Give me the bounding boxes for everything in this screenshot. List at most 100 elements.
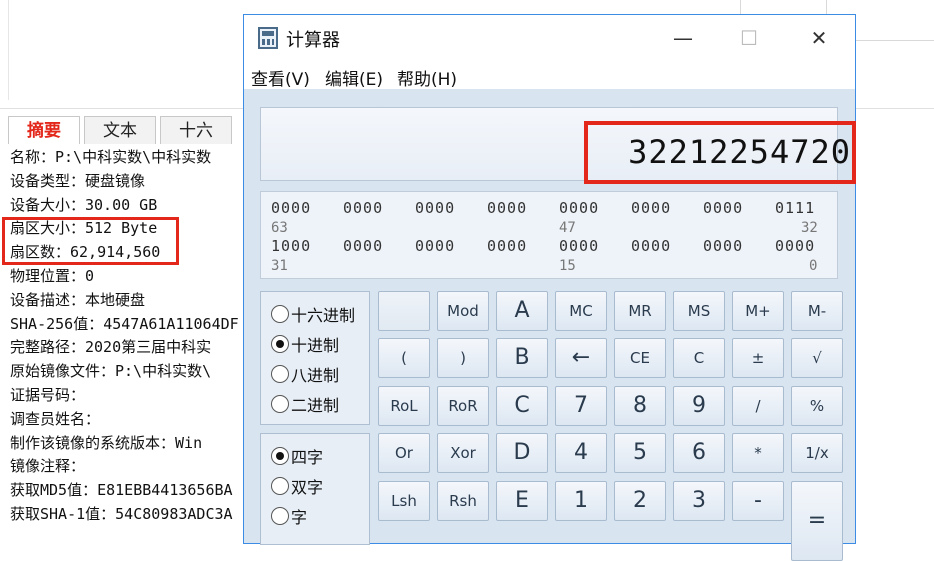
key-hex-e[interactable]: E	[496, 481, 548, 521]
key-equals[interactable]: =	[791, 481, 843, 561]
key-mod[interactable]: Mod	[437, 291, 489, 331]
key-ce[interactable]: CE	[614, 338, 666, 378]
key-m-plus[interactable]: M+	[732, 291, 784, 331]
key-m-minus[interactable]: M-	[791, 291, 843, 331]
bit-group: 0000	[559, 237, 600, 255]
radio-label: 字	[291, 508, 308, 527]
bit-group: 0000	[487, 199, 528, 217]
bit-group: 0000	[703, 199, 744, 217]
radio-word[interactable]: 字	[271, 504, 307, 528]
info-line-sha256: SHA-256值：4547A61A11064DF	[10, 314, 239, 333]
radio-circle-icon	[271, 365, 289, 383]
radio-circle-icon	[271, 507, 289, 525]
key-backspace[interactable]: ←	[555, 338, 607, 378]
key-ror[interactable]: RoR	[437, 386, 489, 426]
key-1[interactable]: 1	[555, 481, 607, 521]
word-size-panel: 四字 双字 字	[260, 433, 370, 545]
key-rsh[interactable]: Rsh	[437, 481, 489, 521]
menu-edit[interactable]: 编辑(E)	[325, 65, 383, 90]
tab-summary[interactable]: 摘要	[8, 116, 80, 144]
key-close-paren[interactable]: )	[437, 338, 489, 378]
key-hex-c[interactable]: C	[496, 386, 548, 426]
key-mc[interactable]: MC	[555, 291, 607, 331]
menu-bar: 查看(V) 编辑(E) 帮助(H)	[244, 63, 855, 90]
radio-circle-icon	[271, 447, 289, 465]
radio-qword[interactable]: 四字	[271, 444, 323, 468]
info-line-device-type: 设备类型：硬盘镜像	[10, 171, 146, 190]
radio-label: 十六进制	[291, 306, 356, 325]
tab-hex[interactable]: 十六	[160, 116, 232, 144]
key-reciprocal[interactable]: 1/x	[791, 433, 843, 473]
bit-group: 0000	[631, 237, 672, 255]
bit-position-label: 15	[559, 258, 576, 274]
info-line-description: 设备描述：本地硬盘	[10, 290, 146, 309]
key-or[interactable]: Or	[378, 433, 430, 473]
tab-bar: 摘要 文本 十六	[8, 116, 236, 144]
key-hex-a[interactable]: A	[496, 291, 548, 331]
bit-group: 0000	[487, 237, 528, 255]
key-divide[interactable]: /	[732, 386, 784, 426]
info-line-image-notes: 镜像注释：	[10, 457, 86, 476]
tab-text[interactable]: 文本	[84, 116, 156, 144]
key-lsh[interactable]: Lsh	[378, 481, 430, 521]
info-line-full-path: 完整路径：2020第三届中科实	[10, 338, 212, 357]
key-6[interactable]: 6	[673, 433, 725, 473]
minimize-button[interactable]: —	[668, 23, 698, 53]
bit-group: 0000	[703, 237, 744, 255]
key-hex-d[interactable]: D	[496, 433, 548, 473]
maximize-button[interactable]: ☐	[734, 23, 764, 53]
key-mr[interactable]: MR	[614, 291, 666, 331]
radio-circle-icon	[271, 477, 289, 495]
menu-help[interactable]: 帮助(H)	[397, 65, 457, 90]
highlight-box-display	[584, 121, 856, 184]
calculator-window: 计算器 — ☐ ✕ 查看(V) 编辑(E) 帮助(H) 32212254720 …	[243, 14, 856, 561]
info-line-system-version: 制作该镜像的系统版本：Win	[10, 433, 203, 452]
info-line-investigator: 调查员姓名：	[10, 409, 101, 428]
radio-binary[interactable]: 二进制	[271, 392, 339, 416]
bit-position-label: 32	[801, 220, 818, 236]
key-blank[interactable]	[378, 291, 430, 331]
title-bar[interactable]: 计算器 — ☐ ✕	[244, 15, 855, 63]
key-ms[interactable]: MS	[673, 291, 725, 331]
key-minus[interactable]: -	[732, 481, 784, 521]
key-open-paren[interactable]: (	[378, 338, 430, 378]
info-line-name: 名称：P:\中科实数\中科实数	[10, 148, 212, 166]
key-xor[interactable]: Xor	[437, 433, 489, 473]
key-c[interactable]: C	[673, 338, 725, 378]
menu-view[interactable]: 查看(V)	[251, 65, 310, 90]
bit-group: 0000	[775, 237, 816, 255]
key-hex-b[interactable]: B	[496, 338, 548, 378]
radio-decimal[interactable]: 十进制	[271, 332, 339, 356]
divider	[8, 0, 9, 100]
radio-octal[interactable]: 八进制	[271, 362, 339, 386]
radio-label: 十进制	[291, 336, 340, 355]
key-9[interactable]: 9	[673, 386, 725, 426]
key-plus-minus[interactable]: ±	[732, 338, 784, 378]
info-line-evidence-number: 证据号码：	[10, 385, 86, 404]
key-3[interactable]: 3	[673, 481, 725, 521]
radio-hex[interactable]: 十六进制	[271, 302, 355, 326]
key-rol[interactable]: RoL	[378, 386, 430, 426]
bit-position-label: 31	[271, 258, 288, 274]
device-info-list: 名称：P:\中科实数\中科实数 设备类型：硬盘镜像 设备大小：30.00 GB …	[10, 146, 250, 527]
radio-dword[interactable]: 双字	[271, 474, 323, 498]
radio-label: 双字	[291, 478, 324, 497]
key-multiply[interactable]: *	[732, 433, 784, 473]
radio-circle-icon	[271, 335, 289, 353]
key-8[interactable]: 8	[614, 386, 666, 426]
radio-circle-icon	[271, 395, 289, 413]
key-5[interactable]: 5	[614, 433, 666, 473]
highlight-box-sector-info	[2, 217, 179, 265]
bit-group: 0000	[343, 199, 384, 217]
key-7[interactable]: 7	[555, 386, 607, 426]
key-sqrt[interactable]: √	[791, 338, 843, 378]
close-button[interactable]: ✕	[804, 23, 834, 53]
radix-panel: 十六进制 十进制 八进制 二进制	[260, 291, 370, 425]
key-percent[interactable]: %	[791, 386, 843, 426]
bit-group: 0111	[775, 199, 816, 217]
bit-group: 0000	[415, 199, 456, 217]
key-2[interactable]: 2	[614, 481, 666, 521]
radio-label: 八进制	[291, 366, 340, 385]
bit-position-label: 47	[559, 220, 576, 236]
key-4[interactable]: 4	[555, 433, 607, 473]
